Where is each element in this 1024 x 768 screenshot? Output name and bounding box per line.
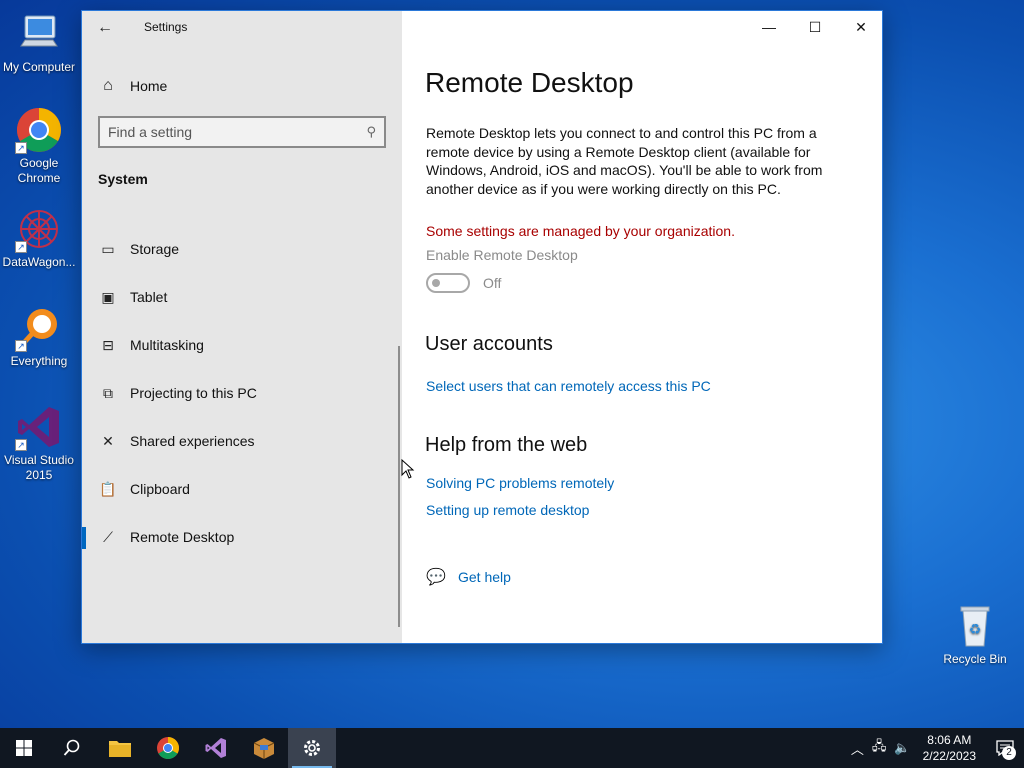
get-help-row[interactable]: 💬 Get help — [426, 567, 511, 587]
enable-remote-desktop-row: Off — [426, 273, 501, 293]
chrome-icon — [157, 737, 179, 759]
sidebar-item-label: Projecting to this PC — [130, 385, 257, 401]
page-description: Remote Desktop lets you connect to and c… — [426, 125, 823, 197]
help-heading: Help from the web — [425, 434, 588, 456]
clock-time: 8:06 AM — [927, 733, 972, 747]
start-button[interactable] — [0, 728, 48, 768]
sidebar-item-label: Remote Desktop — [130, 529, 235, 545]
taskbar-visual-studio[interactable] — [192, 728, 240, 768]
sidebar-scrollbar[interactable] — [398, 346, 400, 627]
chat-bubble-icon: 💬 — [426, 569, 446, 586]
home-icon: ⌂ — [103, 77, 113, 94]
taskbar-file-explorer[interactable] — [96, 728, 144, 768]
package-icon — [253, 738, 275, 759]
desktop-icon-google-chrome[interactable]: ↗ Google Chrome — [0, 106, 78, 186]
network-icon[interactable]: 🖧 — [872, 737, 887, 759]
sidebar-item-projecting[interactable]: ⧉ Projecting to this PC — [82, 369, 398, 417]
help-link-setting-up[interactable]: Setting up remote desktop — [426, 502, 589, 518]
mouse-cursor-icon — [401, 458, 415, 484]
title-bar: ← Settings — [82, 11, 402, 43]
sidebar-item-remote-desktop[interactable]: ⟋ Remote Desktop — [82, 513, 398, 561]
datawagon-icon: ↗ — [15, 205, 63, 253]
desktop-icon-everything[interactable]: ↗ Everything — [0, 304, 78, 369]
desktop-icon-label: Visual Studio 2015 — [4, 453, 74, 482]
projecting-icon: ⧉ — [103, 384, 113, 401]
sidebar-item-shared-experiences[interactable]: ✕ Shared experiences — [82, 417, 398, 465]
desktop-icon-label: Recycle Bin — [943, 652, 1007, 666]
settings-sidebar: ← Settings ⌂ Home ⚲ System ▭ Storage ▣ T… — [82, 11, 402, 643]
volume-icon[interactable]: 🔈 — [894, 740, 910, 756]
system-tray: ︿ 🖧 🔈 8:06 AM 2/22/2023 2 — [847, 728, 1024, 768]
settings-window: ← Settings ⌂ Home ⚲ System ▭ Storage ▣ T… — [81, 10, 883, 644]
managed-warning: Some settings are managed by your organi… — [426, 223, 735, 239]
shared-experiences-icon: ✕ — [102, 432, 114, 449]
storage-icon: ▭ — [101, 240, 115, 257]
multitasking-icon: ⊟ — [102, 336, 114, 353]
taskbar-settings[interactable] — [288, 728, 336, 768]
visual-studio-icon — [205, 738, 226, 758]
chrome-icon: ↗ — [15, 106, 63, 154]
app-title: Settings — [144, 20, 188, 34]
home-nav-item[interactable]: ⌂ Home — [98, 75, 167, 97]
desktop-icon-label: Everything — [10, 354, 68, 368]
notification-badge: 2 — [1002, 746, 1016, 760]
folder-icon — [109, 741, 131, 757]
gear-icon — [304, 740, 320, 756]
toggle-state-label: Off — [483, 275, 502, 291]
page-title: Remote Desktop — [425, 67, 634, 98]
settings-content: Remote Desktop Remote Desktop lets you c… — [402, 11, 882, 643]
user-accounts-heading: User accounts — [425, 333, 553, 355]
sidebar-item-label: Clipboard — [130, 481, 190, 497]
computer-icon — [15, 10, 63, 58]
tablet-icon: ▣ — [101, 288, 115, 305]
taskbar-package-app[interactable] — [240, 728, 288, 768]
desktop-icon-recycle-bin[interactable]: ♻ Recycle Bin — [936, 602, 1014, 667]
everything-icon: ↗ — [15, 304, 63, 352]
desktop-icon-label: DataWagon... — [2, 255, 76, 269]
search-input[interactable] — [108, 124, 367, 140]
toggle-knob — [432, 279, 440, 287]
get-help-link[interactable]: Get help — [458, 569, 511, 585]
desktop-icon-label: Google Chrome — [17, 156, 61, 185]
help-link-solving-problems[interactable]: Solving PC problems remotely — [426, 475, 614, 491]
sidebar-item-tablet[interactable]: ▣ Tablet — [82, 273, 398, 321]
enable-remote-desktop-label: Enable Remote Desktop — [426, 247, 578, 263]
sidebar-nav: ▭ Storage ▣ Tablet ⊟ Multitasking ⧉ Proj… — [82, 225, 398, 561]
search-box[interactable]: ⚲ — [98, 116, 386, 148]
enable-remote-desktop-toggle[interactable] — [426, 273, 470, 293]
visual-studio-icon: ↗ — [15, 403, 63, 451]
sidebar-item-storage[interactable]: ▭ Storage — [82, 225, 398, 273]
sidebar-item-label: Storage — [130, 241, 180, 257]
sidebar-item-label: Multitasking — [130, 337, 204, 353]
desktop-icon-datawagon[interactable]: ↗ DataWagon... — [0, 205, 78, 270]
search-icon — [63, 739, 80, 756]
select-users-link[interactable]: Select users that can remotely access th… — [426, 378, 711, 394]
desktop-icon-label: My Computer — [2, 60, 76, 74]
taskbar-chrome[interactable] — [144, 728, 192, 768]
sidebar-item-label: Shared experiences — [130, 433, 255, 449]
back-button[interactable]: ← — [94, 17, 116, 39]
desktop-icon-my-computer[interactable]: My Computer — [0, 10, 78, 75]
taskbar-search-button[interactable] — [48, 728, 96, 768]
home-label: Home — [130, 78, 168, 94]
clock[interactable]: 8:06 AM 2/22/2023 — [923, 732, 976, 764]
back-arrow-icon: ← — [97, 19, 113, 36]
svg-text:♻: ♻ — [969, 621, 982, 637]
sidebar-item-clipboard[interactable]: 📋 Clipboard — [82, 465, 398, 513]
sidebar-item-label: Tablet — [130, 289, 168, 305]
clock-date: 2/22/2023 — [922, 749, 976, 763]
clipboard-icon: 📋 — [99, 480, 117, 497]
chevron-up-icon[interactable]: ︿ — [851, 739, 864, 758]
windows-logo-icon — [16, 740, 32, 756]
action-center-button[interactable]: 2 — [986, 728, 1024, 768]
section-title: System — [98, 171, 148, 187]
recycle-bin-icon: ♻ — [951, 602, 999, 650]
desktop-icon-visual-studio[interactable]: ↗ Visual Studio 2015 — [0, 403, 78, 483]
search-icon: ⚲ — [366, 124, 376, 139]
taskbar: ︿ 🖧 🔈 8:06 AM 2/22/2023 2 — [0, 728, 1024, 768]
remote-desktop-icon: ⟋ — [103, 528, 113, 545]
sidebar-item-multitasking[interactable]: ⊟ Multitasking — [82, 321, 398, 369]
